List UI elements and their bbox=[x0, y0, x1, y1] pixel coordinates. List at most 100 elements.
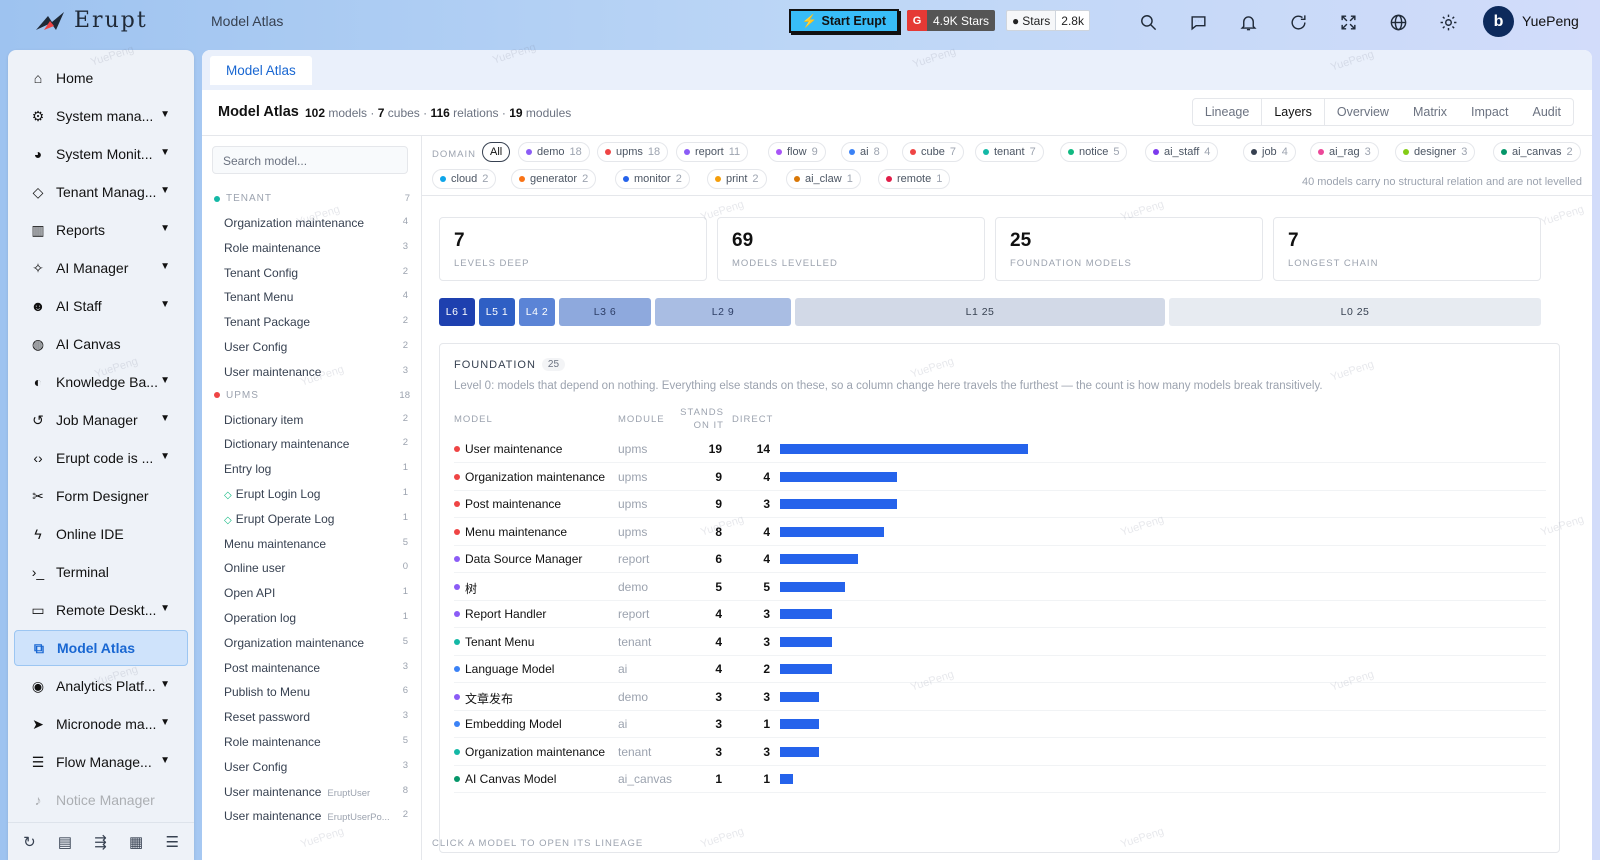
gear-icon[interactable] bbox=[1437, 11, 1459, 33]
avatar[interactable]: b bbox=[1483, 6, 1514, 37]
model-list-item[interactable]: Entry log 1 bbox=[224, 462, 408, 476]
chip-ai-rag[interactable]: ai_rag 3 bbox=[1310, 142, 1379, 162]
level-bar[interactable]: L3 6 bbox=[559, 298, 651, 326]
chip-monitor[interactable]: monitor 2 bbox=[615, 169, 690, 189]
model-list-item[interactable]: Dictionary maintenance 2 bbox=[224, 437, 408, 451]
search-input[interactable]: Search model... bbox=[212, 146, 408, 174]
model-list-item[interactable]: Operation log 1 bbox=[224, 611, 408, 625]
chip-tenant[interactable]: tenant 7 bbox=[975, 142, 1044, 162]
chip-upms[interactable]: upms 18 bbox=[597, 142, 669, 162]
refresh-icon[interactable] bbox=[1287, 11, 1309, 33]
sidebar-item-remote-deskt[interactable]: ▭ Remote Deskt... ▼ bbox=[14, 592, 188, 628]
level-bar[interactable]: L2 9 bbox=[655, 298, 791, 326]
chip-demo[interactable]: demo 18 bbox=[518, 142, 590, 162]
sidebar-item-online-ide[interactable]: ϟ Online IDE bbox=[14, 516, 188, 552]
table-row[interactable]: Organization maintenance upms 9 4 bbox=[454, 464, 1546, 491]
model-list-item[interactable]: Organization maintenance 4 bbox=[224, 216, 408, 230]
sidebar-item-terminal[interactable]: ›_ Terminal bbox=[14, 554, 188, 590]
sidebar-item-ai-manager[interactable]: ✧ AI Manager ▼ bbox=[14, 250, 188, 286]
sidebar-item-flow-manage[interactable]: ☰ Flow Manage... ▼ bbox=[14, 744, 188, 780]
chip-ai-claw[interactable]: ai_claw 1 bbox=[786, 169, 861, 189]
model-list-item[interactable]: Tenant Menu 4 bbox=[224, 290, 408, 304]
chip-flow[interactable]: flow 9 bbox=[768, 142, 826, 162]
share-icon[interactable]: ⇶ bbox=[94, 833, 107, 851]
username[interactable]: YuePeng bbox=[1522, 13, 1579, 29]
chip-cube[interactable]: cube 7 bbox=[902, 142, 964, 162]
sidebar-item-notice-manager[interactable]: ♪ Notice Manager bbox=[14, 782, 188, 818]
level-bar[interactable]: L6 1 bbox=[439, 298, 475, 326]
model-list-item[interactable]: Organization maintenance 5 bbox=[224, 636, 408, 650]
model-list-item[interactable]: Reset password 3 bbox=[224, 710, 408, 724]
table-row[interactable]: Language Model ai 4 2 bbox=[454, 656, 1546, 683]
erupt-logo[interactable]: Erupt bbox=[34, 8, 148, 33]
tab-impact[interactable]: Impact bbox=[1459, 99, 1521, 125]
model-list-item[interactable]: Open API 1 bbox=[224, 586, 408, 600]
chip-designer[interactable]: designer 3 bbox=[1395, 142, 1476, 162]
building-icon[interactable]: ▤ bbox=[58, 833, 72, 851]
table-row[interactable]: Tenant Menu tenant 4 3 bbox=[454, 629, 1546, 656]
model-list-item[interactable]: User maintenance 3 bbox=[224, 365, 408, 379]
model-list-item[interactable]: User Config 3 bbox=[224, 760, 408, 774]
sidebar-item-knowledge-ba[interactable]: ◐ Knowledge Ba... ▼ bbox=[14, 364, 188, 400]
model-list-item[interactable]: ◇ Erupt Login Log 1 bbox=[224, 487, 408, 501]
chip-print[interactable]: print 2 bbox=[707, 169, 767, 189]
model-list-item[interactable]: User Config 2 bbox=[224, 340, 408, 354]
sidebar-item-system-mana[interactable]: ⚙ System mana... ▼ bbox=[14, 98, 188, 134]
sidebar-item-ai-staff[interactable]: ☻ AI Staff ▼ bbox=[14, 288, 188, 324]
chip-generator[interactable]: generator 2 bbox=[511, 169, 597, 189]
sidebar-item-form-designer[interactable]: ✂ Form Designer bbox=[14, 478, 188, 514]
tab-matrix[interactable]: Matrix bbox=[1401, 99, 1459, 125]
table-row[interactable]: 文章发布 demo 3 3 bbox=[454, 684, 1546, 711]
chip-ai[interactable]: ai 8 bbox=[841, 142, 888, 162]
layout-icon[interactable]: ▦ bbox=[129, 833, 143, 851]
group-header-tenant[interactable]: TENANT 7 bbox=[214, 193, 410, 204]
table-row[interactable]: Data Source Manager report 6 4 bbox=[454, 546, 1546, 573]
table-row[interactable]: Report Handler report 4 3 bbox=[454, 601, 1546, 628]
github-stars-badge[interactable]: ● Stars 2.8k bbox=[1006, 10, 1090, 31]
table-row[interactable]: Organization maintenance tenant 3 3 bbox=[454, 739, 1546, 766]
sidebar-item-micronode-ma[interactable]: ➤ Micronode ma... ▼ bbox=[14, 706, 188, 742]
sidebar-item-reports[interactable]: ▥ Reports ▼ bbox=[14, 212, 188, 248]
tab-layers[interactable]: Layers bbox=[1261, 98, 1325, 126]
chip-report[interactable]: report 11 bbox=[676, 142, 749, 162]
gitee-stars-badge[interactable]: G 4.9K Stars bbox=[907, 10, 996, 31]
table-row[interactable]: User maintenance upms 19 14 bbox=[454, 436, 1546, 463]
tab-model-atlas[interactable]: Model Atlas bbox=[210, 56, 312, 85]
group-header-upms[interactable]: UPMS 18 bbox=[214, 390, 410, 401]
model-list-item[interactable]: Menu maintenance 5 bbox=[224, 537, 408, 551]
table-row[interactable]: Post maintenance upms 9 3 bbox=[454, 491, 1546, 518]
level-bar[interactable]: L1 25 bbox=[795, 298, 1165, 326]
level-bar[interactable]: L4 2 bbox=[519, 298, 555, 326]
search-icon[interactable] bbox=[1137, 11, 1159, 33]
bell-icon[interactable] bbox=[1237, 11, 1259, 33]
sidebar-item-ai-canvas[interactable]: ◍ AI Canvas bbox=[14, 326, 188, 362]
model-list-item[interactable]: Publish to Menu 6 bbox=[224, 685, 408, 699]
model-list-item[interactable]: Post maintenance 3 bbox=[224, 661, 408, 675]
chip-job[interactable]: job 4 bbox=[1243, 142, 1296, 162]
start-erupt-button[interactable]: ⚡ Start Erupt bbox=[789, 9, 899, 33]
sidebar-item-system-monit[interactable]: ◕ System Monit... ▼ bbox=[14, 136, 188, 172]
globe-icon[interactable] bbox=[1387, 11, 1409, 33]
model-list-item[interactable]: ◇ Erupt Operate Log 1 bbox=[224, 512, 408, 526]
table-row[interactable]: Menu maintenance upms 8 4 bbox=[454, 519, 1546, 546]
chip-ai-staff[interactable]: ai_staff 4 bbox=[1145, 142, 1219, 162]
sidebar-item-analytics-platf[interactable]: ◉ Analytics Platf... ▼ bbox=[14, 668, 188, 704]
tab-lineage[interactable]: Lineage bbox=[1193, 99, 1262, 125]
table-row[interactable]: Embedding Model ai 3 1 bbox=[454, 711, 1546, 738]
sidebar-item-tenant-manag[interactable]: ◇ Tenant Manag... ▼ bbox=[14, 174, 188, 210]
reload-icon[interactable]: ↻ bbox=[23, 833, 36, 851]
model-list-item[interactable]: Role maintenance 3 bbox=[224, 241, 408, 255]
table-row[interactable]: 树 demo 5 5 bbox=[454, 574, 1546, 601]
sidebar-item-erupt-code-is[interactable]: ‹› Erupt code is ... ▼ bbox=[14, 440, 188, 476]
tab-audit[interactable]: Audit bbox=[1521, 99, 1574, 125]
level-bar[interactable]: L5 1 bbox=[479, 298, 515, 326]
chip-notice[interactable]: notice 5 bbox=[1060, 142, 1128, 162]
sidebar-item-home[interactable]: ⌂ Home bbox=[14, 60, 188, 96]
model-list-item[interactable]: Tenant Config 2 bbox=[224, 266, 408, 280]
model-list-item[interactable]: User maintenance EruptUser 8 bbox=[224, 785, 408, 799]
fullscreen-icon[interactable] bbox=[1337, 11, 1359, 33]
chip-cloud[interactable]: cloud 2 bbox=[432, 169, 497, 189]
model-list-item[interactable]: Online user 0 bbox=[224, 561, 408, 575]
collapse-icon[interactable]: ☰ bbox=[165, 833, 178, 851]
sidebar-item-model-atlas[interactable]: ⧉ Model Atlas bbox=[14, 630, 188, 666]
